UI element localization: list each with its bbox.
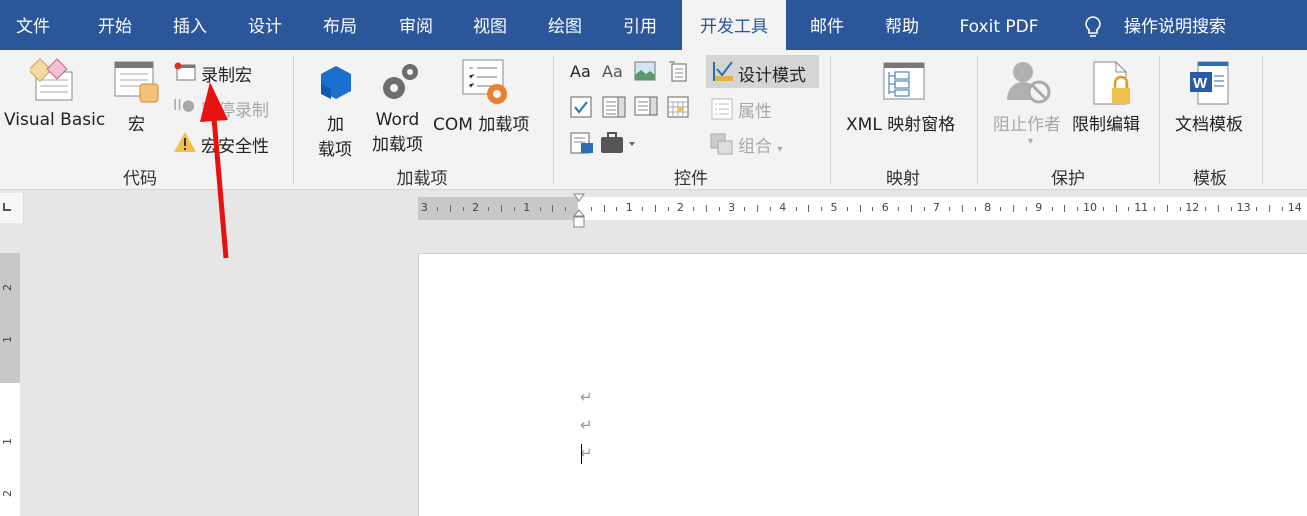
annotation-arrow [200,82,229,259]
